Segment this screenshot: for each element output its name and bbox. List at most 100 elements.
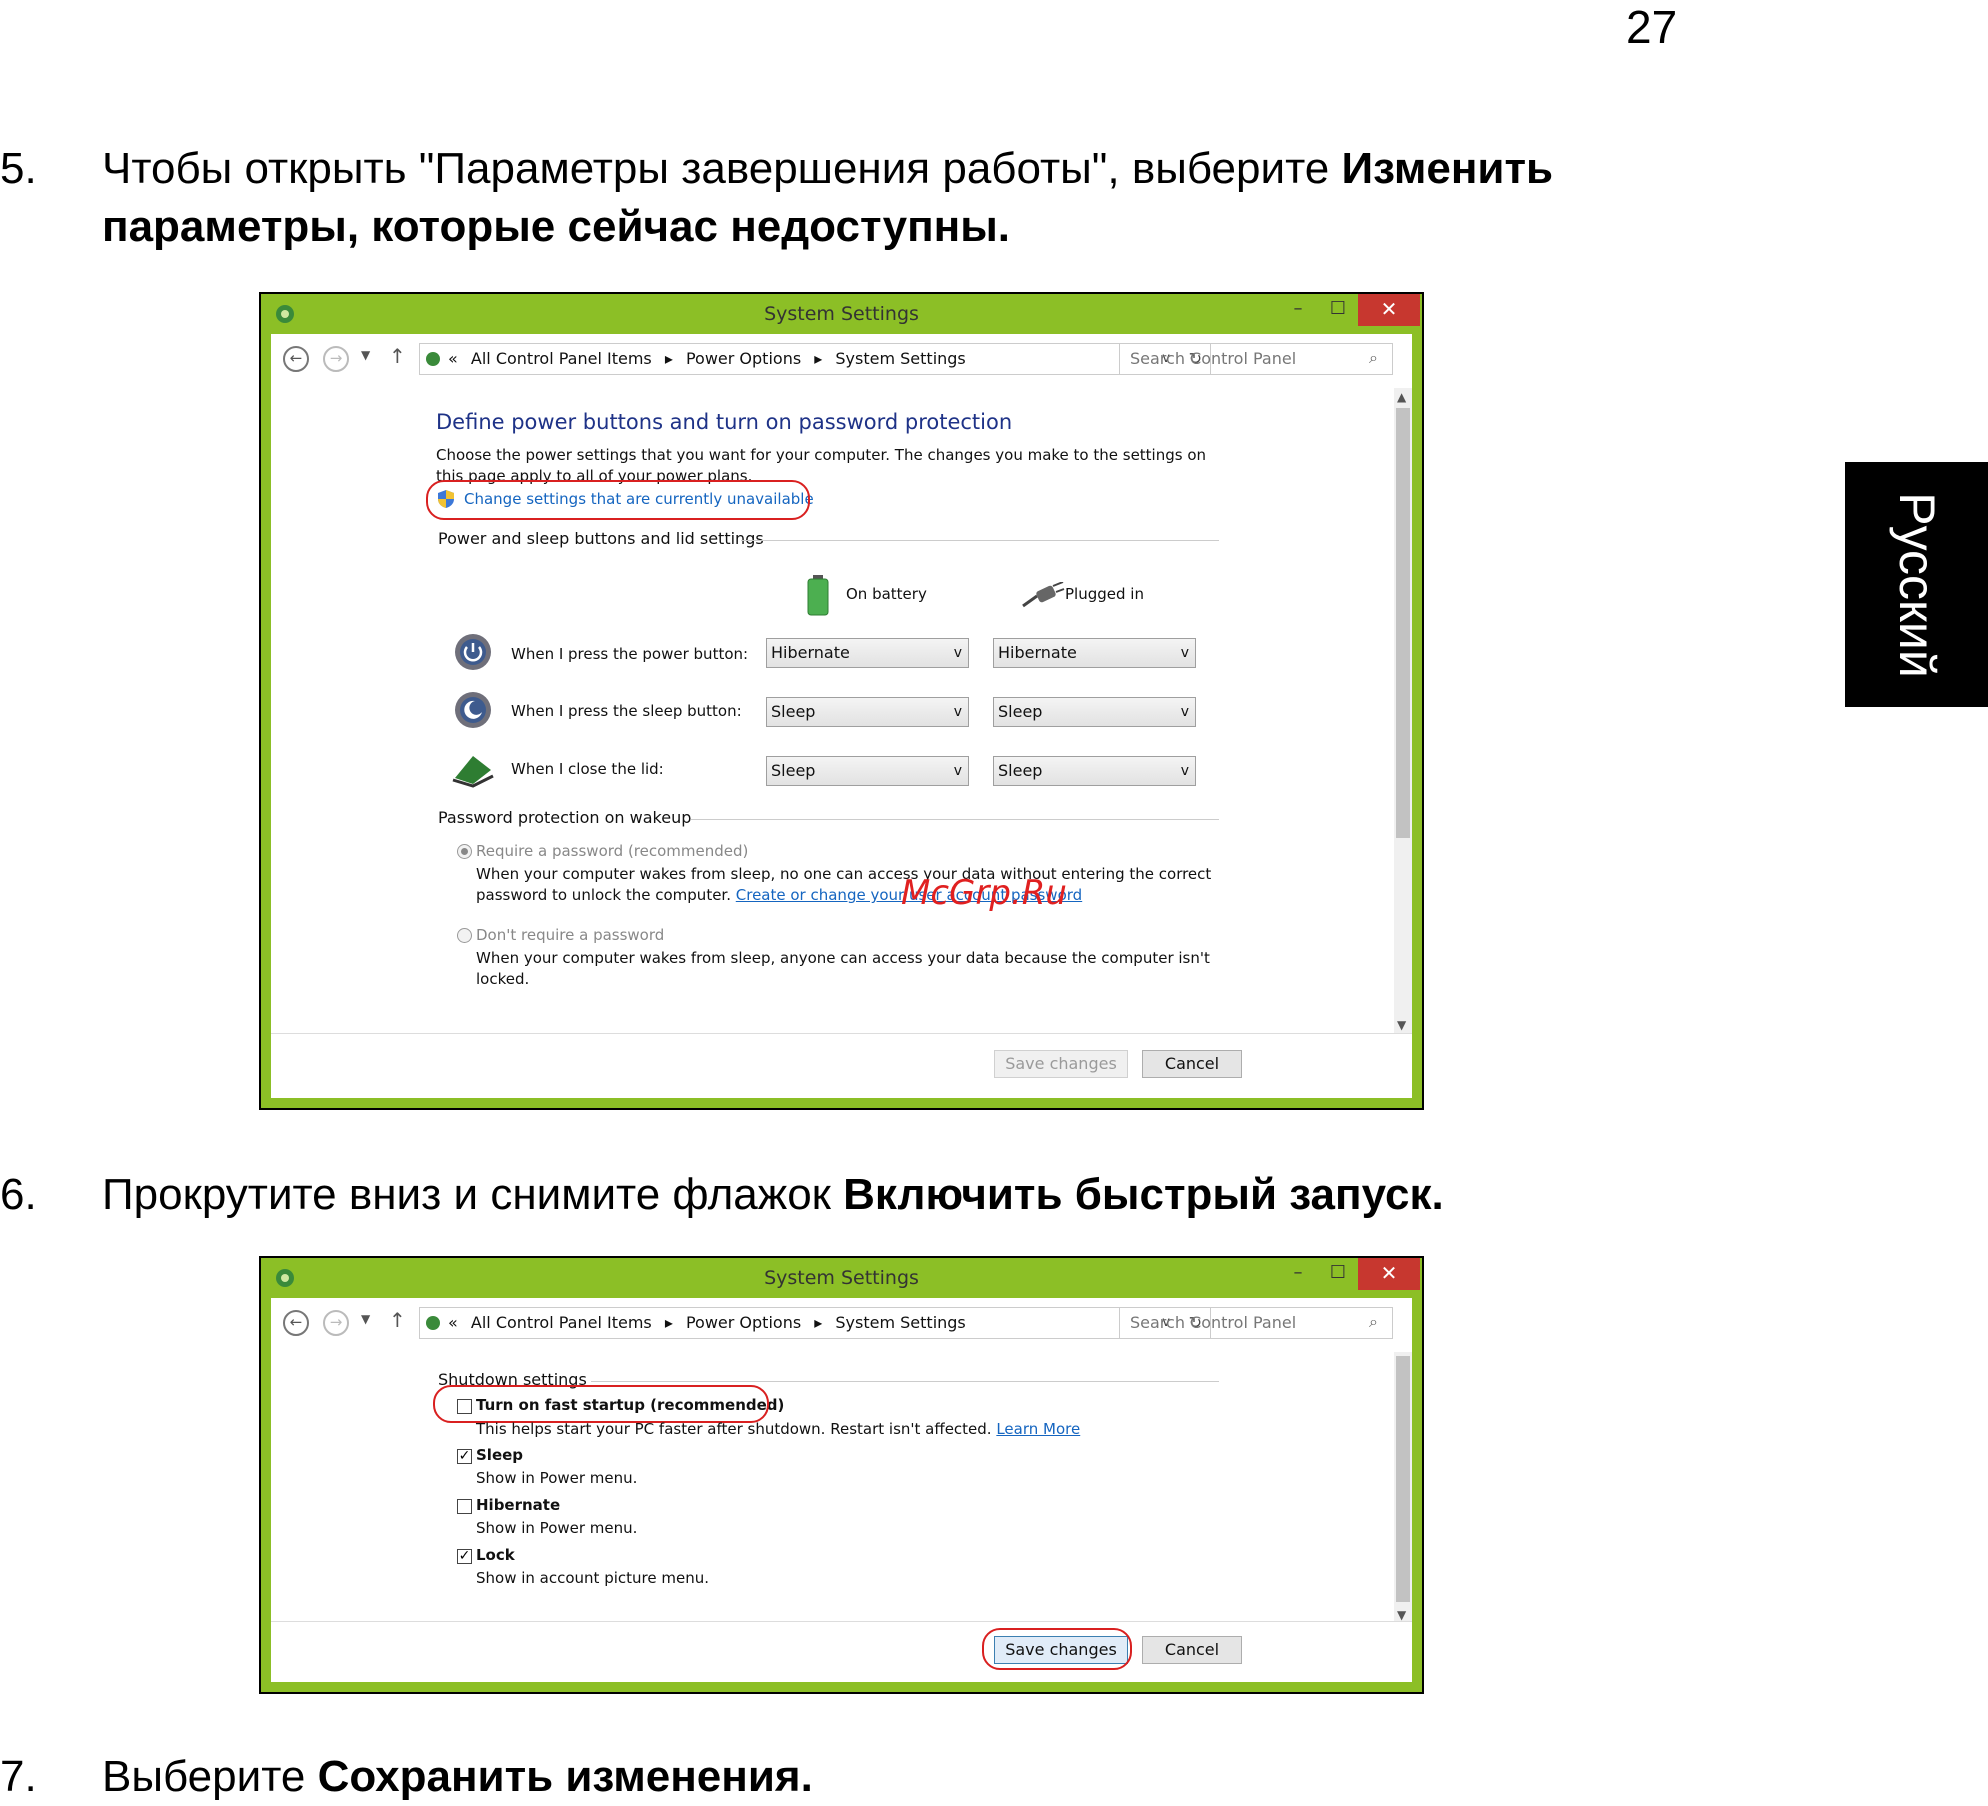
sleep-desc: Show in Power menu. [476, 1469, 638, 1487]
learn-more-link[interactable]: Learn More [996, 1420, 1080, 1438]
step-number: 6. [0, 1170, 37, 1219]
step-bold: Включить быстрый запуск. [843, 1170, 1444, 1219]
sleep-battery-select[interactable]: Sleep v [766, 697, 969, 727]
scrollbar[interactable]: ▼ [1394, 1352, 1412, 1626]
row-label-sleep: When I press the sleep button: [511, 702, 742, 720]
sleep-plugged-select[interactable]: Sleep v [993, 697, 1196, 727]
maximize-button[interactable]: ☐ [1318, 294, 1358, 326]
highlight-oval [982, 1628, 1132, 1670]
minimize-button[interactable]: – [1278, 294, 1318, 326]
battery-icon [807, 575, 829, 616]
hibernate-desc: Show in Power menu. [476, 1519, 638, 1537]
power-plugged-select[interactable]: Hibernate v [993, 638, 1196, 668]
chevron-down-icon: v [1180, 763, 1189, 779]
system-settings-window-2: System Settings – ☐ ✕ ← → ▼ ↑ « All Cont… [259, 1256, 1424, 1694]
breadcrumb-item[interactable]: Power Options [686, 1313, 801, 1332]
step-number: 5. [0, 144, 37, 193]
back-button[interactable]: ← [283, 1310, 309, 1336]
search-icon[interactable]: ⌕ [1369, 348, 1378, 368]
lock-checkbox[interactable]: ✓ [457, 1549, 472, 1564]
footer: Save changes Cancel [271, 1621, 1412, 1682]
save-button[interactable]: Save changes [994, 1050, 1128, 1078]
no-password-label: Don't require a password [476, 926, 665, 944]
window-client: ← → ▼ ↑ « All Control Panel Items ▸ Powe… [271, 334, 1412, 1098]
require-password-radio[interactable] [457, 844, 472, 859]
up-arrow-icon[interactable]: ↑ [389, 1308, 406, 1332]
no-password-radio[interactable] [457, 928, 472, 943]
power-battery-select[interactable]: Hibernate v [766, 638, 969, 668]
page-heading: Define power buttons and turn on passwor… [436, 410, 1013, 434]
breadcrumb-item[interactable]: All Control Panel Items [471, 349, 652, 368]
scroll-down-icon[interactable]: ▼ [1397, 1608, 1406, 1622]
search-icon[interactable]: ⌕ [1369, 1312, 1378, 1332]
step-text: Чтобы открыть "Параметры завершения рабо… [102, 140, 1662, 256]
address-bar: ← → ▼ ↑ « All Control Panel Items ▸ Powe… [271, 1298, 1412, 1353]
close-button[interactable]: ✕ [1358, 294, 1420, 326]
window-client: ← → ▼ ↑ « All Control Panel Items ▸ Powe… [271, 1298, 1412, 1682]
content-area: ▲ ▼ Define power buttons and turn on pas… [271, 388, 1412, 1037]
up-arrow-icon[interactable]: ↑ [389, 344, 406, 368]
sleep-checkbox[interactable]: ✓ [457, 1449, 472, 1464]
breadcrumb-item[interactable]: All Control Panel Items [471, 1313, 652, 1332]
select-value: Sleep [998, 761, 1043, 780]
search-input[interactable]: Search Control Panel [1119, 1307, 1393, 1339]
breadcrumb-item[interactable]: Power Options [686, 349, 801, 368]
address-bar: ← → ▼ ↑ « All Control Panel Items ▸ Powe… [271, 334, 1412, 389]
footer: Save changes Cancel [271, 1033, 1412, 1098]
select-value: Sleep [771, 761, 816, 780]
chevron-down-icon: v [1180, 704, 1189, 720]
step-6: 6. Прокрутите вниз и снимите флажок Вклю… [0, 1166, 1700, 1226]
forward-button[interactable]: → [323, 1310, 349, 1336]
highlight-oval [426, 480, 810, 520]
step-bold: Сохранить изменения. [317, 1752, 813, 1801]
plug-icon [1022, 582, 1065, 608]
divider [741, 540, 1219, 541]
chevron-down-icon: v [953, 645, 962, 661]
select-value: Sleep [998, 702, 1043, 721]
breadcrumb[interactable]: « All Control Panel Items ▸ Power Option… [419, 343, 1211, 375]
cancel-button[interactable]: Cancel [1142, 1636, 1242, 1664]
scroll-up-icon[interactable]: ▲ [1397, 390, 1406, 404]
recent-dropdown-icon[interactable]: ▼ [361, 348, 370, 362]
scroll-thumb[interactable] [1396, 1356, 1410, 1602]
breadcrumb-item: « [448, 1313, 458, 1332]
step-plain: Чтобы открыть "Параметры завершения рабо… [102, 144, 1342, 193]
require-password-desc: When your computer wakes from sleep, no … [476, 864, 1221, 906]
step-text: Прокрутите вниз и снимите флажок Включит… [102, 1166, 1662, 1224]
cancel-button[interactable]: Cancel [1142, 1050, 1242, 1078]
forward-button[interactable]: → [323, 346, 349, 372]
divider [691, 819, 1219, 820]
maximize-button[interactable]: ☐ [1318, 1258, 1358, 1290]
breadcrumb[interactable]: « All Control Panel Items ▸ Power Option… [419, 1307, 1211, 1339]
scroll-thumb[interactable] [1396, 408, 1410, 838]
back-button[interactable]: ← [283, 346, 309, 372]
page-number: 27 [1626, 1, 1678, 53]
select-value: Hibernate [771, 643, 850, 662]
fast-startup-desc: This helps start your PC faster after sh… [476, 1419, 1080, 1440]
chevron-down-icon: v [953, 763, 962, 779]
highlight-oval [433, 1385, 769, 1423]
no-password-desc: When your computer wakes from sleep, any… [476, 949, 1210, 988]
window-title: System Settings [764, 1267, 919, 1289]
divider [591, 1381, 1219, 1382]
select-value: Sleep [771, 702, 816, 721]
power-button-icon [455, 634, 491, 670]
lock-label: Lock [476, 1546, 515, 1564]
breadcrumb-separator: ▸ [814, 349, 823, 368]
search-input[interactable]: Search Control Panel [1119, 343, 1393, 375]
row-label-lid: When I close the lid: [511, 760, 664, 778]
breadcrumb-item[interactable]: System Settings [835, 349, 965, 368]
close-button[interactable]: ✕ [1358, 1258, 1420, 1290]
language-tab-label: Русский [1888, 491, 1945, 678]
hibernate-checkbox[interactable] [457, 1499, 472, 1514]
breadcrumb-item[interactable]: System Settings [835, 1313, 965, 1332]
recent-dropdown-icon[interactable]: ▼ [361, 1312, 370, 1326]
laptop-lid-icon [452, 756, 494, 788]
lid-battery-select[interactable]: Sleep v [766, 756, 969, 786]
step-text: Выберите Сохранить изменения. [102, 1748, 1662, 1806]
scroll-down-icon[interactable]: ▼ [1397, 1018, 1406, 1032]
lid-plugged-select[interactable]: Sleep v [993, 756, 1196, 786]
minimize-button[interactable]: – [1278, 1258, 1318, 1290]
scrollbar[interactable]: ▲ ▼ [1394, 388, 1412, 1037]
control-panel-icon [426, 352, 440, 366]
